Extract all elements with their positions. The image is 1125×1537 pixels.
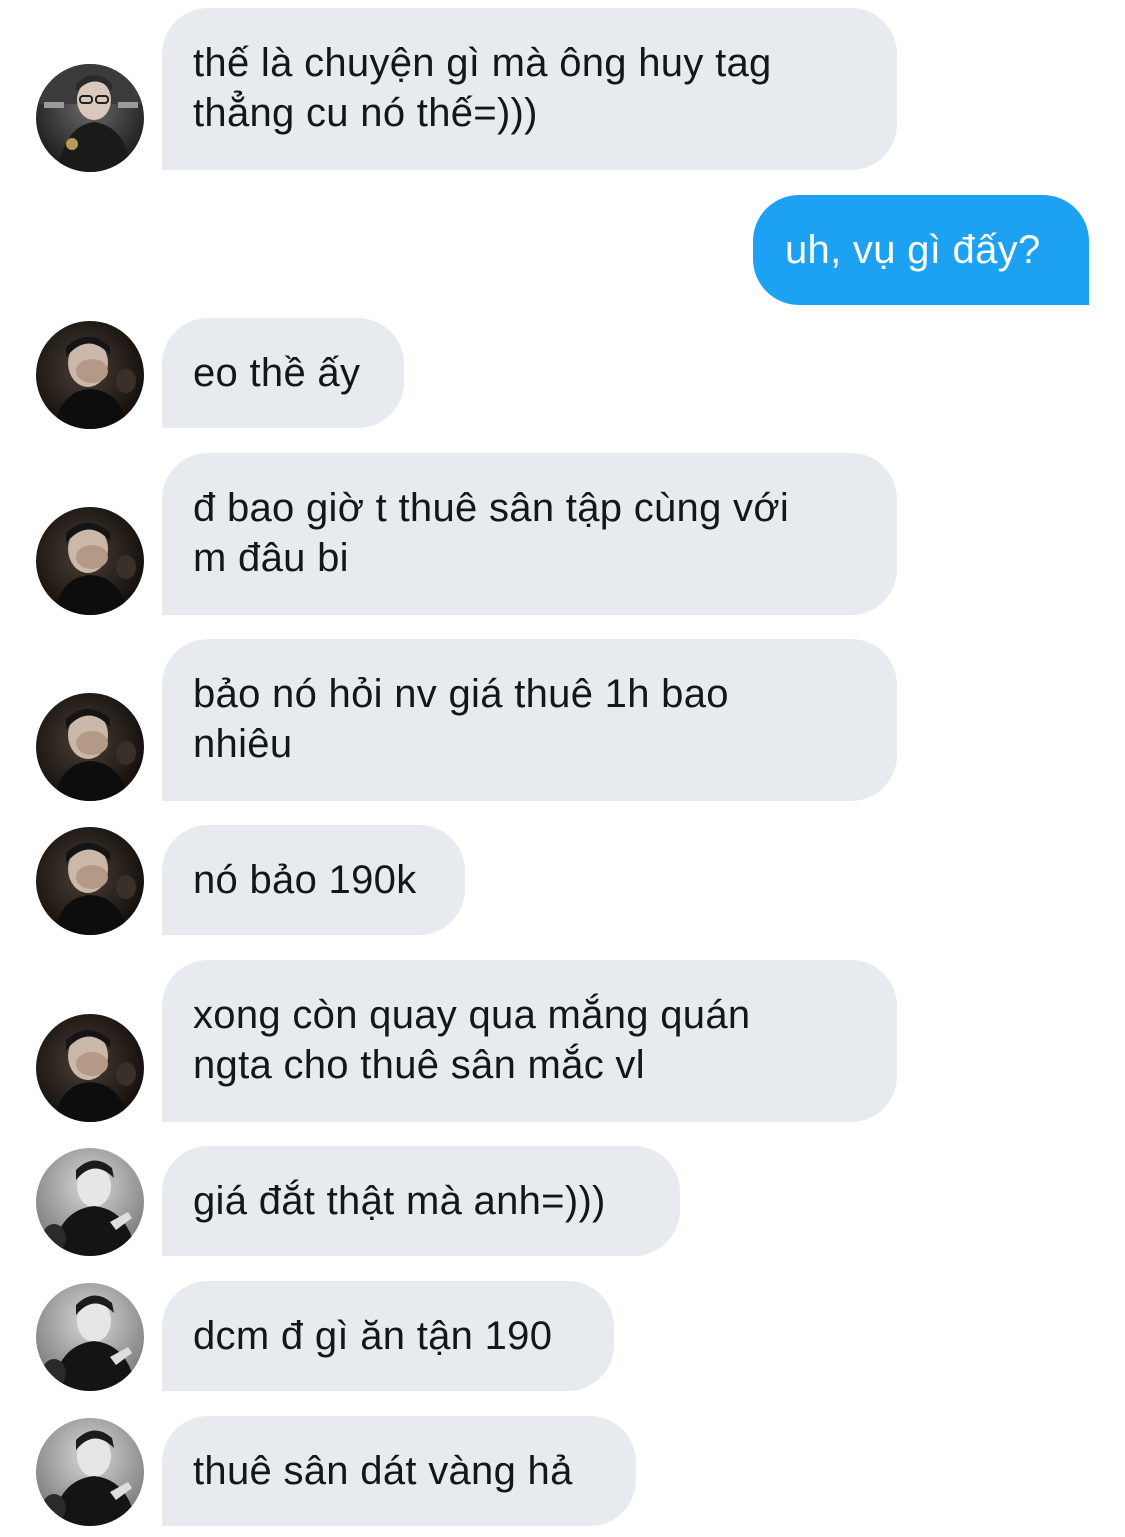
- incoming-message-bubble[interactable]: thuê sân dát vàng hả: [162, 1416, 636, 1526]
- incoming-message-bubble[interactable]: giá đắt thật mà anh=))): [162, 1146, 680, 1256]
- chat-thread: thế là chuyện gì mà ông huy tag thẳng cu…: [0, 0, 1125, 1537]
- incoming-message-bubble[interactable]: eo thề ấy: [162, 318, 404, 428]
- avatar-photo-icon[interactable]: [36, 1418, 144, 1526]
- avatar-photo-icon[interactable]: [36, 321, 144, 429]
- outgoing-message-bubble[interactable]: uh, vụ gì đấy?: [753, 195, 1089, 305]
- avatar-photo-icon[interactable]: [36, 507, 144, 615]
- incoming-message-bubble[interactable]: dcm đ gì ăn tận 190: [162, 1281, 614, 1391]
- avatar-photo-icon[interactable]: [36, 693, 144, 801]
- incoming-message-bubble[interactable]: xong còn quay qua mắng quán ngta cho thu…: [162, 960, 897, 1122]
- incoming-message-bubble[interactable]: bảo nó hỏi nv giá thuê 1h bao nhiêu: [162, 639, 897, 801]
- avatar-photo-icon[interactable]: [36, 64, 144, 172]
- avatar-photo-icon[interactable]: [36, 1283, 144, 1391]
- avatar-photo-icon[interactable]: [36, 1148, 144, 1256]
- avatar-photo-icon[interactable]: [36, 1014, 144, 1122]
- incoming-message-bubble[interactable]: thế là chuyện gì mà ông huy tag thẳng cu…: [162, 8, 897, 170]
- incoming-message-bubble[interactable]: đ bao giờ t thuê sân tập cùng với m đâu …: [162, 453, 897, 615]
- incoming-message-bubble[interactable]: nó bảo 190k: [162, 825, 465, 935]
- avatar-photo-icon[interactable]: [36, 827, 144, 935]
